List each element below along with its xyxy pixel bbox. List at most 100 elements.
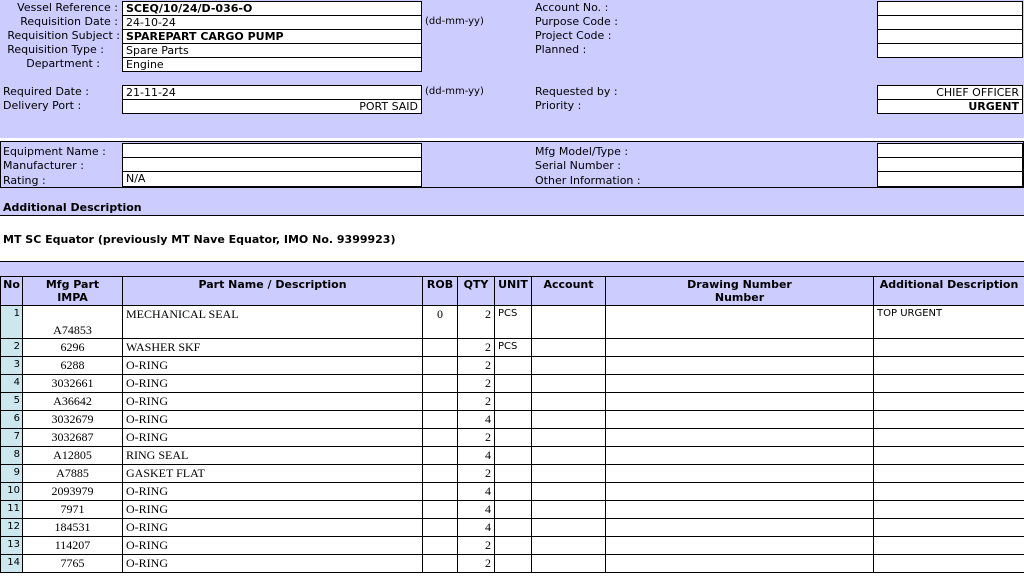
additional-description-cell[interactable]: [873, 392, 1024, 411]
table-row[interactable]: 2 6296 WASHER SKF 2 PCS: [0, 338, 1024, 357]
table-row[interactable]: 10 2093979 O-RING 4: [0, 482, 1024, 501]
drawing-number-cell[interactable]: [605, 428, 874, 447]
table-row[interactable]: 6 3032679 O-RING 4: [0, 410, 1024, 429]
equipment-name-field[interactable]: [122, 143, 422, 158]
drawing-number-cell[interactable]: [605, 305, 874, 339]
unit-cell[interactable]: [494, 392, 532, 411]
drawing-number-cell[interactable]: [605, 536, 874, 555]
qty-cell[interactable]: 2: [457, 536, 495, 555]
part-name-cell[interactable]: GASKET FLAT: [122, 464, 423, 483]
qty-cell[interactable]: 2: [457, 356, 495, 375]
drawing-number-cell[interactable]: [605, 464, 874, 483]
rob-cell[interactable]: [422, 356, 458, 375]
department-field[interactable]: Engine: [122, 57, 422, 72]
requested-by-field[interactable]: CHIEF OFFICER: [877, 85, 1023, 100]
drawing-number-cell[interactable]: [605, 518, 874, 537]
table-row[interactable]: 1 A74853 MECHANICAL SEAL 0 2 PCS TOP URGENT: [0, 305, 1024, 339]
requisition-subject-field[interactable]: SPAREPART CARGO PUMP: [122, 29, 422, 44]
unit-cell[interactable]: [494, 374, 532, 393]
qty-cell[interactable]: 4: [457, 482, 495, 501]
other-information-field[interactable]: [877, 171, 1023, 187]
mfg-part-cell[interactable]: A7885: [22, 464, 123, 483]
part-name-cell[interactable]: O-RING: [122, 392, 423, 411]
qty-cell[interactable]: 2: [457, 338, 495, 357]
qty-cell[interactable]: 4: [457, 500, 495, 519]
rob-cell[interactable]: [422, 374, 458, 393]
mfg-part-cell[interactable]: A12805: [22, 446, 123, 465]
qty-cell[interactable]: 4: [457, 410, 495, 429]
part-name-cell[interactable]: MECHANICAL SEAL: [122, 305, 423, 339]
mfg-part-cell[interactable]: A74853: [22, 305, 123, 339]
account-cell[interactable]: [531, 446, 606, 465]
part-name-cell[interactable]: O-RING: [122, 518, 423, 537]
delivery-port-field[interactable]: PORT SAID: [122, 99, 422, 114]
mfg-part-cell[interactable]: 6288: [22, 356, 123, 375]
rob-cell[interactable]: [422, 554, 458, 573]
unit-cell[interactable]: PCS: [494, 338, 532, 357]
drawing-number-cell[interactable]: [605, 374, 874, 393]
account-cell[interactable]: [531, 392, 606, 411]
unit-cell[interactable]: [494, 464, 532, 483]
drawing-number-cell[interactable]: [605, 500, 874, 519]
account-cell[interactable]: [531, 428, 606, 447]
table-row[interactable]: 13 114207 O-RING 2: [0, 536, 1024, 555]
rob-cell[interactable]: [422, 464, 458, 483]
table-row[interactable]: 11 7971 O-RING 4: [0, 500, 1024, 519]
table-row[interactable]: 3 6288 O-RING 2: [0, 356, 1024, 375]
account-cell[interactable]: [531, 482, 606, 501]
additional-description-cell[interactable]: [873, 464, 1024, 483]
table-row[interactable]: 12 184531 O-RING 4: [0, 518, 1024, 537]
rating-field[interactable]: N/A: [122, 171, 422, 187]
priority-field[interactable]: URGENT: [877, 99, 1023, 114]
unit-cell[interactable]: [494, 410, 532, 429]
account-cell[interactable]: [531, 356, 606, 375]
qty-cell[interactable]: 4: [457, 446, 495, 465]
additional-description-cell[interactable]: [873, 374, 1024, 393]
qty-cell[interactable]: 2: [457, 374, 495, 393]
rob-cell[interactable]: [422, 518, 458, 537]
table-row[interactable]: 5 A36642 O-RING 2: [0, 392, 1024, 411]
unit-cell[interactable]: [494, 536, 532, 555]
required-date-field[interactable]: 21-11-24: [122, 85, 422, 100]
table-row[interactable]: 7 3032687 O-RING 2: [0, 428, 1024, 447]
part-name-cell[interactable]: O-RING: [122, 410, 423, 429]
part-name-cell[interactable]: O-RING: [122, 356, 423, 375]
mfg-part-cell[interactable]: 3032679: [22, 410, 123, 429]
drawing-number-cell[interactable]: [605, 446, 874, 465]
qty-cell[interactable]: 2: [457, 392, 495, 411]
part-name-cell[interactable]: O-RING: [122, 482, 423, 501]
additional-description-cell[interactable]: [873, 500, 1024, 519]
unit-cell[interactable]: [494, 500, 532, 519]
drawing-number-cell[interactable]: [605, 392, 874, 411]
additional-description-cell[interactable]: [873, 338, 1024, 357]
part-name-cell[interactable]: WASHER SKF: [122, 338, 423, 357]
mfg-part-cell[interactable]: 7971: [22, 500, 123, 519]
additional-description-cell[interactable]: [873, 518, 1024, 537]
unit-cell[interactable]: PCS: [494, 305, 532, 339]
drawing-number-cell[interactable]: [605, 410, 874, 429]
planned-field[interactable]: [877, 43, 1023, 58]
additional-description-cell[interactable]: [873, 428, 1024, 447]
mfg-part-cell[interactable]: 3032687: [22, 428, 123, 447]
rob-cell[interactable]: [422, 482, 458, 501]
part-name-cell[interactable]: O-RING: [122, 554, 423, 573]
part-name-cell[interactable]: O-RING: [122, 536, 423, 555]
unit-cell[interactable]: [494, 554, 532, 573]
rob-cell[interactable]: [422, 428, 458, 447]
unit-cell[interactable]: [494, 356, 532, 375]
additional-description-cell[interactable]: [873, 356, 1024, 375]
requisition-date-field[interactable]: 24-10-24: [122, 15, 422, 30]
qty-cell[interactable]: 4: [457, 518, 495, 537]
rob-cell[interactable]: [422, 410, 458, 429]
mfg-part-cell[interactable]: 114207: [22, 536, 123, 555]
mfg-part-cell[interactable]: 184531: [22, 518, 123, 537]
additional-description-cell[interactable]: TOP URGENT: [873, 305, 1024, 339]
account-cell[interactable]: [531, 500, 606, 519]
requisition-type-field[interactable]: Spare Parts: [122, 43, 422, 58]
account-cell[interactable]: [531, 338, 606, 357]
unit-cell[interactable]: [494, 446, 532, 465]
drawing-number-cell[interactable]: [605, 356, 874, 375]
mfg-part-cell[interactable]: 7765: [22, 554, 123, 573]
drawing-number-cell[interactable]: [605, 554, 874, 573]
additional-description-cell[interactable]: [873, 554, 1024, 573]
